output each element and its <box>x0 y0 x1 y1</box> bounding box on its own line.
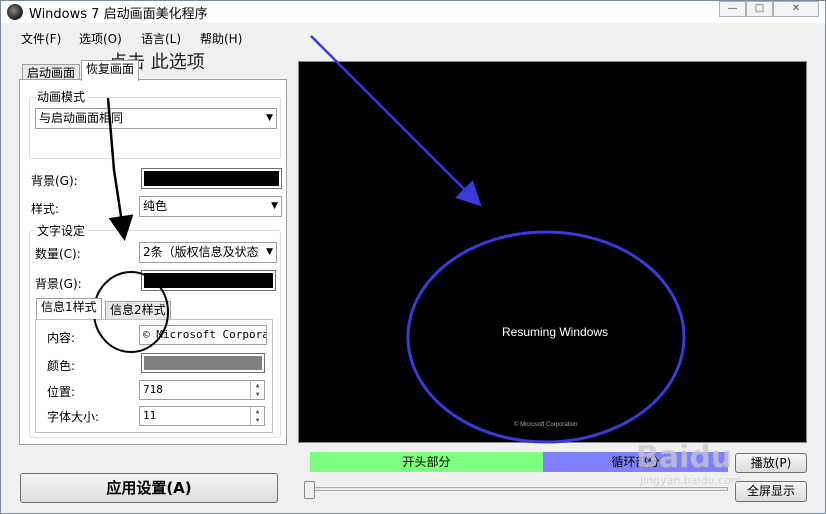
annotation-blue-arrow <box>310 35 482 207</box>
annotation-black-arrow <box>106 97 134 241</box>
annotation-blue-circle <box>406 230 686 444</box>
baidu-watermark: Baidu <box>636 440 733 475</box>
annotation-black-circle <box>93 271 169 353</box>
tab-resume-screen[interactable]: 恢复画面 <box>81 60 140 81</box>
tab-info1-style[interactable]: 信息1样式 <box>36 298 102 319</box>
baidu-watermark-url: jingyan.baidu.com <box>640 474 742 487</box>
